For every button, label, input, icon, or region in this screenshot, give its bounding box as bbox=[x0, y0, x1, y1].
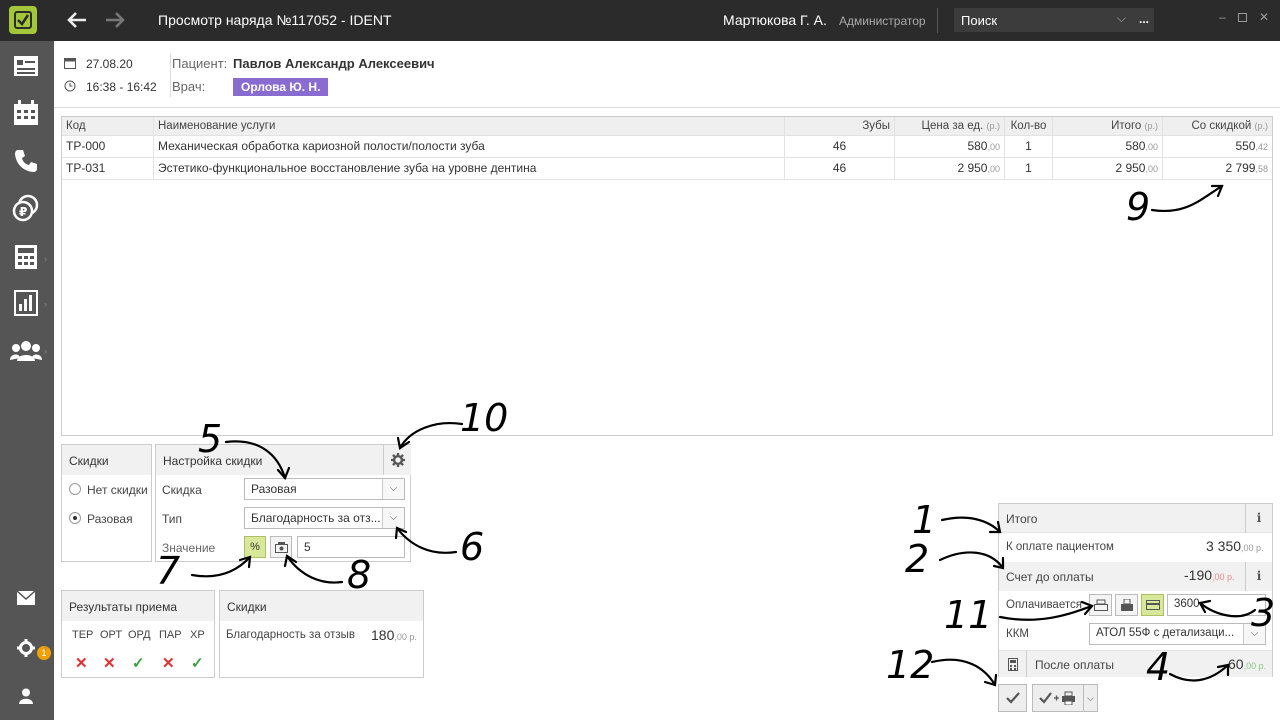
annotation-4: 4 bbox=[1146, 645, 1171, 689]
annotation-9: 9 bbox=[1126, 185, 1151, 229]
annotation-5: 5 bbox=[198, 417, 223, 461]
annotation-arrows bbox=[190, 184, 1257, 687]
annotation-11: 11 bbox=[944, 593, 993, 637]
annotation-6: 6 bbox=[460, 525, 485, 569]
annotation-12: 12 bbox=[886, 643, 935, 687]
annotation-8: 8 bbox=[347, 553, 372, 597]
annotation-10: 10 bbox=[460, 396, 509, 440]
annotation-2: 2 bbox=[905, 537, 930, 581]
annotation-1: 1 bbox=[912, 498, 937, 542]
annotation-3: 3 bbox=[1251, 591, 1276, 635]
annotation-7: 7 bbox=[156, 549, 181, 593]
